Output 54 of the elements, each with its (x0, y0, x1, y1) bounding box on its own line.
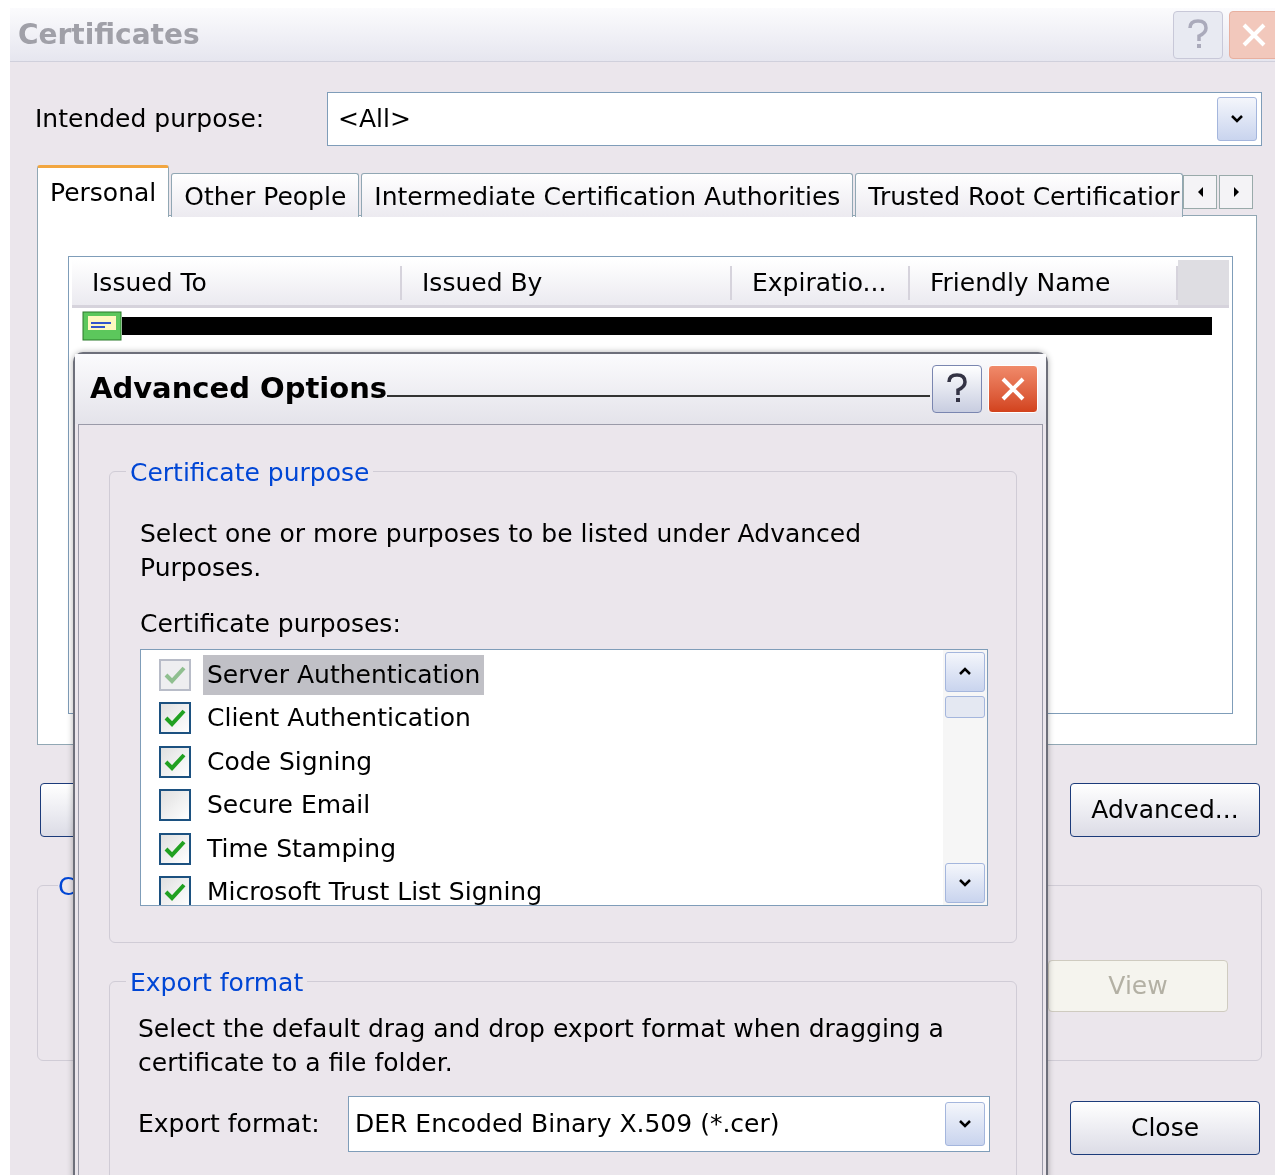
purpose-label: Server Authentication (203, 654, 485, 695)
dropdown-button[interactable] (945, 1102, 985, 1146)
list-label: Certificate purposes: (140, 608, 402, 640)
scroll-thumb[interactable] (945, 696, 985, 718)
description-text: Select one or more purposes to be listed under Advanced Purposes. (140, 518, 863, 584)
checkmark-icon (164, 838, 186, 859)
tab[interactable]: Trusted Root Certificatior (855, 173, 1184, 217)
question-mark-icon (1187, 18, 1209, 51)
purpose-item[interactable]: Time Stamping (159, 827, 943, 871)
column-header[interactable]: Expiratio... (732, 265, 910, 300)
advanced-button[interactable]: Advanced... (1070, 783, 1260, 837)
purpose-label: Client Authentication (206, 702, 472, 735)
scrollbar[interactable] (943, 650, 987, 905)
checkbox[interactable] (159, 876, 191, 905)
checkbox[interactable] (159, 745, 191, 778)
tab-scroll-right-button[interactable] (1219, 175, 1254, 209)
question-mark-icon (946, 373, 968, 405)
checkbox[interactable] (159, 789, 191, 822)
dropdown-button[interactable] (1217, 97, 1257, 141)
description-text: Select the default drag and drop export format when dragging a certificate to a file folder. (138, 1013, 945, 1079)
tab[interactable]: Intermediate Certification Authorities (361, 173, 854, 217)
purpose-label: Secure Email (206, 789, 372, 822)
column-header[interactable]: Issued To (72, 265, 402, 300)
purpose-item[interactable]: Secure Email (159, 783, 943, 827)
scroll-down-button[interactable] (945, 863, 985, 903)
checkbox[interactable] (159, 832, 191, 865)
purpose-label: Time Stamping (206, 832, 397, 865)
triangle-left-icon (1196, 186, 1204, 198)
checkmark-icon (164, 664, 186, 685)
close-dialog-button[interactable]: Close (1070, 1101, 1260, 1155)
column-header[interactable]: Issued By (402, 265, 732, 300)
purpose-label: Microsoft Trust List Signing (206, 876, 544, 905)
export-format-label: Export format: (138, 1108, 321, 1141)
purpose-item[interactable]: Microsoft Trust List Signing (159, 870, 943, 905)
checkmark-icon (164, 882, 186, 903)
tab[interactable]: Personal (37, 165, 170, 217)
purpose-item[interactable]: Code Signing (159, 740, 943, 784)
checkbox[interactable] (159, 702, 191, 735)
checkmark-icon (164, 708, 186, 729)
purpose-label: Code Signing (206, 745, 374, 778)
triangle-right-icon (1232, 186, 1240, 198)
close-icon (999, 375, 1027, 403)
help-button[interactable] (932, 365, 982, 413)
window-title: Certificates (18, 16, 200, 53)
tab[interactable]: Other People (171, 173, 360, 217)
checkmark-icon (164, 751, 186, 772)
scroll-up-button[interactable] (945, 652, 985, 692)
purpose-item[interactable]: Client Authentication (159, 696, 943, 740)
tab-scroll-left-button[interactable] (1183, 175, 1218, 209)
export-format-combobox[interactable]: DER Encoded Binary X.509 (*.cer) (348, 1096, 990, 1152)
dialog-title: Advanced Options (90, 370, 388, 408)
certificate-icon (82, 311, 122, 341)
intended-purpose-combobox[interactable]: <All> (327, 92, 1262, 146)
intended-purpose-label: Intended purpose: (35, 103, 266, 136)
